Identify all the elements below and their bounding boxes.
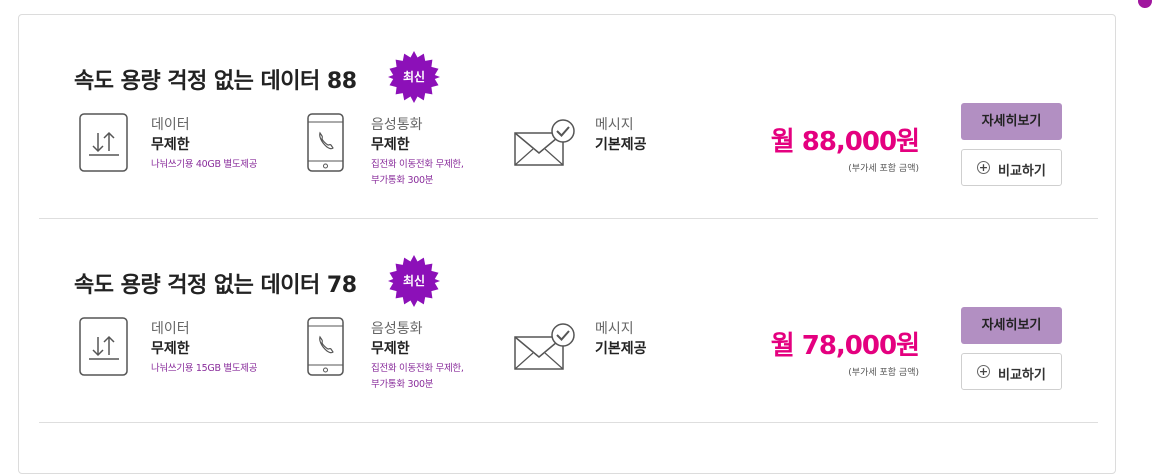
compare-button-label: 비교하기 <box>998 368 1046 383</box>
voice-label: 음성통화 <box>371 117 423 133</box>
envelope-check-icon <box>513 119 577 173</box>
compare-button-label: 비교하기 <box>998 164 1046 179</box>
phone-icon <box>307 113 345 177</box>
new-badge: 최신 <box>386 49 442 105</box>
data-value: 무제한 <box>151 137 190 153</box>
sms-label: 메시지 <box>595 321 634 337</box>
compare-button[interactable]: + 비교하기 <box>961 149 1062 186</box>
corner-indicator-dot <box>1138 0 1152 8</box>
badge-label: 최신 <box>402 70 426 84</box>
plan-title: 속도 용량 걱정 없는 데이터 78 <box>74 273 357 298</box>
vat-note: (부가세 포함 금액) <box>848 164 919 174</box>
plan-divider <box>39 422 1098 423</box>
new-badge: 최신 <box>386 253 442 309</box>
sms-label: 메시지 <box>595 117 634 133</box>
data-transfer-icon <box>79 113 129 177</box>
sms-value: 기본제공 <box>595 137 647 153</box>
detail-button[interactable]: 자세히보기 <box>961 307 1062 344</box>
data-note: 나눠쓰기용 15GB 별도제공 <box>151 363 258 374</box>
voice-note-line1: 집전화 이동전화 무제한, <box>371 159 464 170</box>
voice-value: 무제한 <box>371 341 410 357</box>
data-transfer-icon <box>79 317 129 381</box>
data-label: 데이터 <box>151 117 190 133</box>
plus-circle-icon: + <box>977 161 990 174</box>
badge-label: 최신 <box>402 274 426 288</box>
plus-circle-icon: + <box>977 365 990 378</box>
data-value: 무제한 <box>151 341 190 357</box>
voice-note-line1: 집전화 이동전화 무제한, <box>371 363 464 374</box>
plan-title: 속도 용량 걱정 없는 데이터 88 <box>74 69 357 94</box>
voice-label: 음성통화 <box>371 321 423 337</box>
plan-item: 속도 용량 걱정 없는 데이터 88 최신 데이터 무제한 나눠쓰기용 40GB… <box>19 15 1117 219</box>
price: 월 78,000원 <box>770 331 920 361</box>
plan-list-card: 속도 용량 걱정 없는 데이터 88 최신 데이터 무제한 나눠쓰기용 40GB… <box>18 14 1116 474</box>
detail-button[interactable]: 자세히보기 <box>961 103 1062 140</box>
price: 월 88,000원 <box>770 127 920 157</box>
compare-button[interactable]: + 비교하기 <box>961 353 1062 390</box>
plan-item: 속도 용량 걱정 없는 데이터 78 최신 데이터 무제한 나눠쓰기용 15GB… <box>19 219 1117 423</box>
phone-icon <box>307 317 345 381</box>
sms-value: 기본제공 <box>595 341 647 357</box>
voice-value: 무제한 <box>371 137 410 153</box>
vat-note: (부가세 포함 금액) <box>848 368 919 378</box>
envelope-check-icon <box>513 323 577 377</box>
voice-note-line2: 부가통화 300분 <box>371 379 434 390</box>
data-label: 데이터 <box>151 321 190 337</box>
voice-note-line2: 부가통화 300분 <box>371 175 434 186</box>
data-note: 나눠쓰기용 40GB 별도제공 <box>151 159 258 170</box>
